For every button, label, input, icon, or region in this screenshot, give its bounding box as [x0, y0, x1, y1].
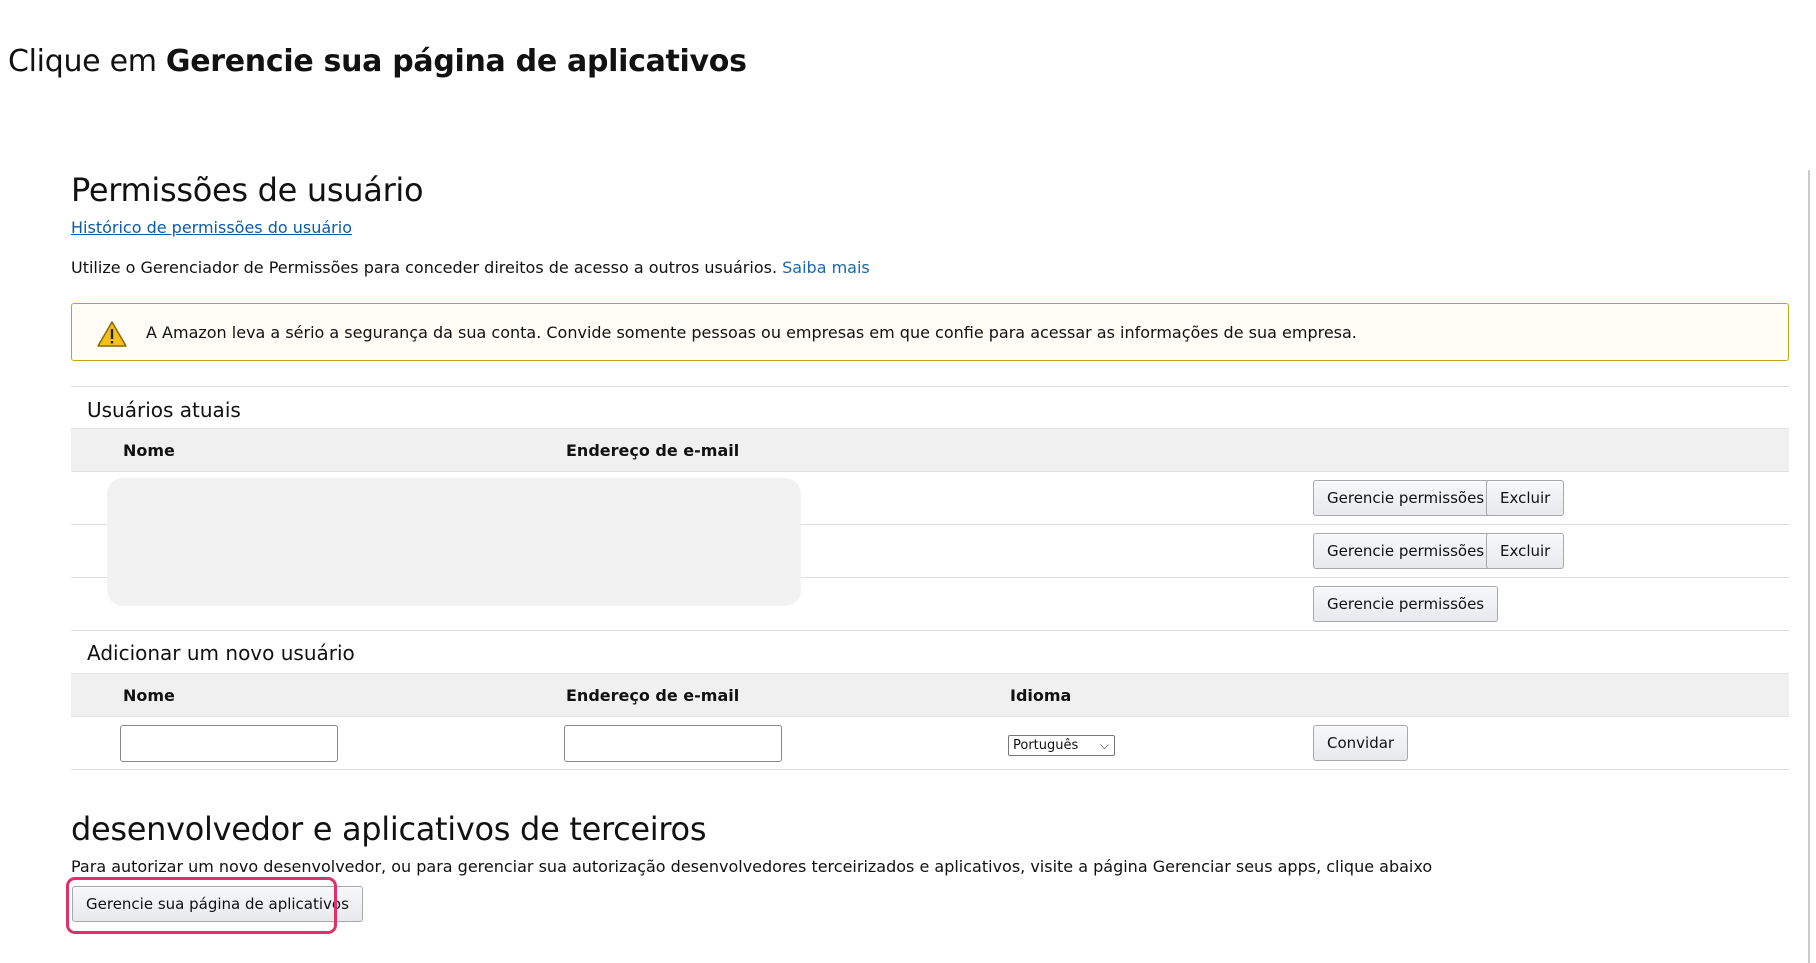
scrollbar[interactable]: [1808, 170, 1810, 963]
language-selected-value: Português: [1013, 738, 1079, 753]
highlight-box: [66, 877, 337, 934]
add-user-header: Nome Endereço de e-mail Idioma: [71, 673, 1789, 717]
intro-description: Utilize o Gerenciador de Permissões para…: [71, 258, 778, 277]
add-user-row: Convidar: [71, 717, 1789, 770]
add-user-title: Adicionar um novo usuário: [87, 641, 355, 665]
alert-text: A Amazon leva a sério a segurança da sua…: [146, 323, 1357, 342]
current-users-title: Usuários atuais: [87, 398, 241, 422]
column-name: Nome: [123, 441, 175, 460]
invite-button[interactable]: Convidar: [1313, 725, 1409, 761]
manage-permissions-button[interactable]: Gerencie permissões: [1313, 533, 1499, 569]
intro-text: Utilize o Gerenciador de Permissões para…: [71, 258, 870, 277]
warning-icon: [97, 321, 127, 347]
developer-description: Para autorizar um novo desenvolvedor, ou…: [71, 857, 1433, 876]
permissions-history-link[interactable]: Histórico de permissões do usuário: [71, 218, 352, 237]
redacted-user-info: [107, 478, 801, 606]
chevron-down-icon: ⌵: [1099, 738, 1109, 752]
instruction-target: Gerencie sua página de aplicativos: [165, 44, 747, 79]
new-user-email-input[interactable]: [564, 725, 782, 762]
current-users-header: Nome Endereço de e-mail: [71, 428, 1789, 472]
security-alert: A Amazon leva a sério a segurança da sua…: [71, 303, 1789, 361]
column-language: Idioma: [1010, 686, 1072, 705]
column-name: Nome: [123, 686, 175, 705]
manage-permissions-button[interactable]: Gerencie permissões: [1313, 480, 1499, 516]
language-select[interactable]: Português ⌵: [1008, 735, 1115, 756]
developer-section-title: desenvolvedor e aplicativos de terceiros: [71, 810, 707, 848]
column-email: Endereço de e-mail: [566, 686, 740, 705]
instruction-caption: Clique em Gerencie sua página de aplicat…: [8, 44, 747, 79]
new-user-name-input[interactable]: [120, 725, 338, 762]
delete-user-button[interactable]: Excluir: [1486, 533, 1565, 569]
divider: [71, 386, 1789, 387]
manage-permissions-button[interactable]: Gerencie permissões: [1313, 586, 1499, 622]
page-title: Permissões de usuário: [71, 171, 424, 209]
delete-user-button[interactable]: Excluir: [1486, 480, 1565, 516]
learn-more-link[interactable]: Saiba mais: [782, 258, 870, 277]
column-email: Endereço de e-mail: [566, 441, 740, 460]
instruction-prefix: Clique em: [8, 44, 166, 79]
